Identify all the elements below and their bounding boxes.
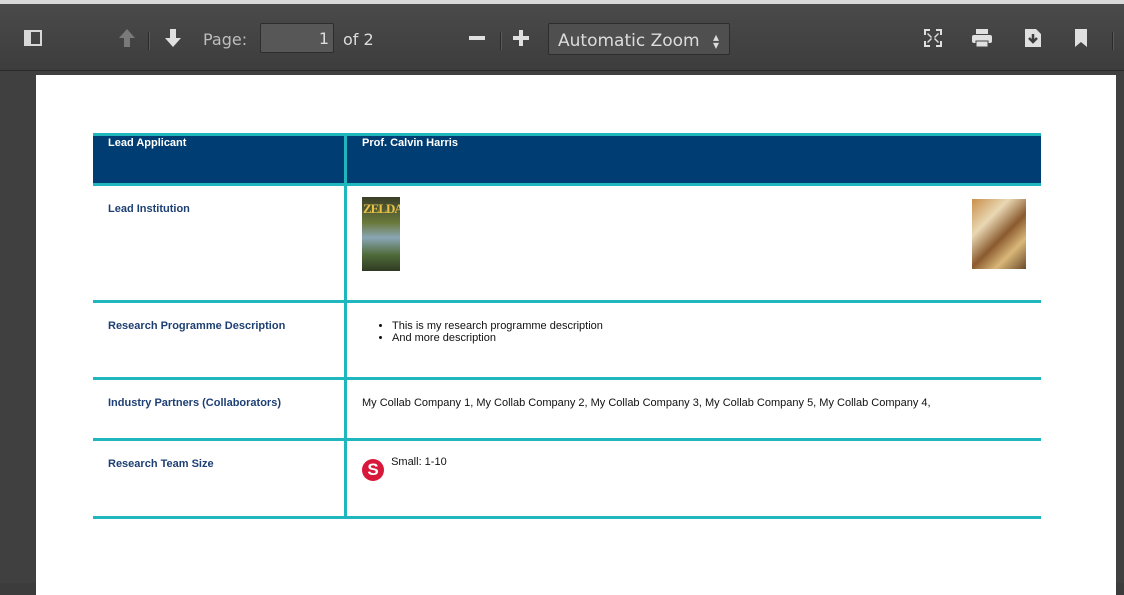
page-count: of 2 <box>343 30 374 49</box>
download-button[interactable] <box>1020 4 1046 71</box>
lead-institution-label: Lead Institution <box>93 184 347 303</box>
research-programme-label: Research Programme Description <box>93 301 347 380</box>
industry-partners-value: My Collab Company 1, My Collab Company 2… <box>345 378 1041 441</box>
list-item: This is my research programme descriptio… <box>392 320 1040 332</box>
presentation-mode-button[interactable] <box>920 4 946 71</box>
zoom-in-button[interactable] <box>508 4 534 71</box>
logo-text: ZELDA <box>363 201 400 216</box>
zoom-select[interactable]: Automatic Zoom ▴ ▾ <box>548 23 730 55</box>
table-row: Research Team Size S Small: 1-10 <box>93 439 1041 519</box>
page-number-input[interactable]: 1 <box>260 23 334 53</box>
previous-page-icon <box>119 28 135 47</box>
next-page-button[interactable] <box>160 4 186 71</box>
print-icon <box>972 28 992 47</box>
previous-page-button[interactable] <box>114 4 140 71</box>
team-size-label: Research Team Size <box>93 439 347 519</box>
table-row: Research Programme Description This is m… <box>93 301 1041 380</box>
toolbar-separator <box>500 32 501 50</box>
bookmark-icon <box>1075 28 1087 47</box>
download-icon <box>1025 28 1041 47</box>
institution-logo-left: ZELDA <box>362 197 400 271</box>
table-row: Industry Partners (Collaborators) My Col… <box>93 378 1041 441</box>
pdf-toolbar: Page: 1 of 2 Automatic Zoom ▴ ▾ <box>0 0 1124 71</box>
lead-institution-value: ZELDA <box>345 184 1041 303</box>
team-size-value: S Small: 1-10 <box>345 439 1041 519</box>
list-item: And more description <box>392 332 1040 344</box>
page-label: Page: <box>203 30 248 49</box>
sidebar-toggle-icon <box>24 29 42 46</box>
pdf-page: Lead Applicant Prof. Calvin Harris Lead … <box>36 75 1116 595</box>
bookmark-button[interactable] <box>1068 4 1094 71</box>
select-arrows-icon: ▴ ▾ <box>712 30 719 52</box>
lead-applicant-value: Prof. Calvin Harris <box>345 133 1041 186</box>
team-size-text: Small: 1-10 <box>391 456 447 468</box>
lead-applicant-label: Lead Applicant <box>93 133 347 186</box>
research-programme-list: This is my research programme descriptio… <box>362 320 1040 344</box>
team-size-badge-icon: S <box>362 459 384 481</box>
sidebar-toggle-button[interactable] <box>20 4 46 71</box>
zoom-in-icon <box>513 29 529 46</box>
table-header-row: Lead Applicant Prof. Calvin Harris <box>93 133 1041 186</box>
zoom-out-icon <box>469 35 485 40</box>
toolbar-separator <box>1112 32 1113 50</box>
print-button[interactable] <box>968 4 996 71</box>
industry-partners-label: Industry Partners (Collaborators) <box>93 378 347 441</box>
document-viewer[interactable]: Lead Applicant Prof. Calvin Harris Lead … <box>0 71 1124 595</box>
table-row: Lead Institution ZELDA <box>93 184 1041 303</box>
application-table: Lead Applicant Prof. Calvin Harris Lead … <box>93 133 1041 519</box>
next-page-icon <box>165 28 181 47</box>
zoom-out-button[interactable] <box>464 4 490 71</box>
research-programme-value: This is my research programme descriptio… <box>345 301 1041 380</box>
institution-logo-right <box>972 199 1026 269</box>
toolbar-separator <box>148 32 149 50</box>
zoom-select-value: Automatic Zoom <box>558 31 700 51</box>
presentation-mode-icon <box>924 28 942 47</box>
